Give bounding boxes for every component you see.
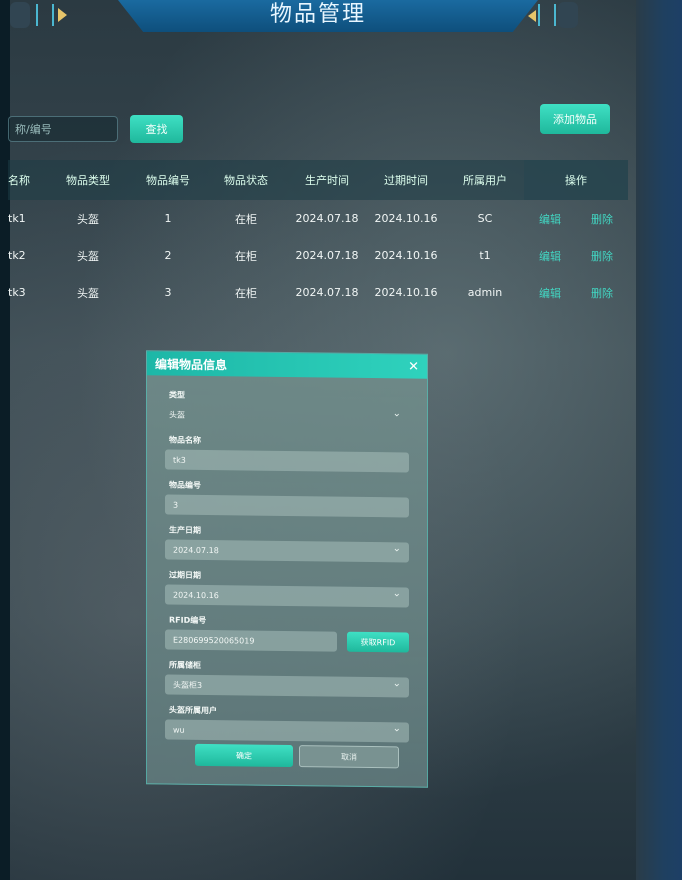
type-select[interactable]: 头盔 (165, 405, 409, 428)
cell-expires: 2024.10.16 (374, 249, 438, 262)
cabinet-select[interactable]: 头盔柜3 (165, 674, 409, 698)
table-row: tk1 头盔 1 在柜 2024.07.18 2024.10.16 SC 编辑 … (8, 200, 628, 237)
edit-link[interactable]: 编辑 (539, 211, 561, 227)
cell-expires: 2024.10.16 (374, 212, 438, 225)
col-type: 物品类型 (66, 174, 110, 187)
produced-date-label: 生产日期 (169, 525, 201, 535)
cell-type: 头盔 (77, 212, 99, 226)
cell-type: 头盔 (77, 286, 99, 300)
produced-date-picker[interactable]: 2024.07.18 (165, 539, 409, 563)
rfid-row: E280699520065019 获取RFID (165, 629, 409, 653)
cell-user: admin (467, 286, 503, 299)
col-name: 名称 (8, 174, 30, 187)
edit-form: 类型 头盔 物品名称 tk3 物品编号 3 生产日期 2024.07.18 过期… (147, 375, 427, 743)
get-rfid-button[interactable]: 获取RFID (347, 631, 409, 653)
cell-code: 1 (164, 212, 172, 225)
expires-date-label: 过期日期 (169, 570, 201, 580)
confirm-button[interactable]: 确定 (195, 743, 293, 768)
edit-link[interactable]: 编辑 (539, 248, 561, 264)
delete-link[interactable]: 删除 (591, 285, 613, 301)
top-header: 物品管理 (0, 0, 636, 42)
rfid-field[interactable]: E280699520065019 (165, 629, 337, 652)
cell-expires: 2024.10.16 (374, 286, 438, 299)
table-row: tk2 头盔 2 在柜 2024.07.18 2024.10.16 t1 编辑 … (8, 237, 628, 274)
cell-status: 在柜 (235, 249, 257, 263)
cell-actions: 编辑 删除 (524, 285, 628, 301)
cell-code: 3 (164, 286, 172, 299)
items-table: 名称 物品类型 物品编号 物品状态 生产时间 过期时间 所属用户 操作 tk1 … (8, 160, 628, 311)
rfid-label: RFID编号 (169, 615, 207, 626)
dialog-title: 编辑物品信息 (155, 356, 228, 372)
corner-decoration-right (558, 2, 578, 28)
edit-item-dialog: 编辑物品信息 ✕ 类型 头盔 物品名称 tk3 物品编号 3 生产日期 2024… (146, 350, 428, 788)
owner-select[interactable]: wu (165, 719, 409, 743)
cell-user: SC (477, 212, 493, 225)
cell-name: tk2 (8, 249, 26, 262)
type-label: 类型 (169, 390, 185, 400)
monitor-bezel-right (636, 0, 682, 880)
cell-actions: 编辑 删除 (524, 248, 628, 264)
forward-arrow-icon[interactable] (528, 10, 536, 22)
col-actions: 操作 (524, 160, 628, 200)
delete-link[interactable]: 删除 (591, 211, 613, 227)
owner-label: 头盔所属用户 (169, 705, 217, 716)
cell-name: tk3 (8, 286, 26, 299)
delete-link[interactable]: 删除 (591, 248, 613, 264)
cabinet-label: 所属储柜 (169, 660, 201, 670)
edit-link[interactable]: 编辑 (539, 285, 561, 301)
cell-produced: 2024.07.18 (295, 286, 359, 299)
search-button[interactable]: 查找 (130, 115, 183, 143)
cell-code: 2 (164, 249, 172, 262)
table-row: tk3 头盔 3 在柜 2024.07.18 2024.10.16 admin … (8, 274, 628, 311)
code-field[interactable]: 3 (165, 494, 409, 518)
search-input[interactable] (8, 116, 118, 142)
dialog-header: 编辑物品信息 ✕ (147, 351, 427, 379)
col-code: 物品编号 (146, 174, 190, 187)
add-item-button[interactable]: 添加物品 (540, 104, 610, 134)
code-label: 物品编号 (169, 480, 201, 490)
cell-produced: 2024.07.18 (295, 212, 359, 225)
cell-actions: 编辑 删除 (524, 211, 628, 227)
col-expires: 过期时间 (384, 174, 428, 187)
col-user: 所属用户 (463, 174, 507, 187)
cell-status: 在柜 (235, 286, 257, 300)
col-status: 物品状态 (224, 174, 268, 187)
col-produced: 生产时间 (305, 174, 349, 187)
name-field[interactable]: tk3 (165, 449, 409, 473)
cell-produced: 2024.07.18 (295, 249, 359, 262)
bracket-decoration-right (538, 4, 556, 26)
name-label: 物品名称 (169, 435, 201, 445)
cell-user: t1 (479, 249, 491, 262)
cell-type: 头盔 (77, 249, 99, 263)
dialog-footer: 确定 取消 (195, 743, 399, 769)
expires-date-picker[interactable]: 2024.10.16 (165, 584, 409, 608)
table-header: 名称 物品类型 物品编号 物品状态 生产时间 过期时间 所属用户 操作 (8, 160, 628, 200)
cancel-button[interactable]: 取消 (299, 745, 399, 769)
cell-name: tk1 (8, 212, 26, 225)
close-icon[interactable]: ✕ (408, 359, 419, 374)
cell-status: 在柜 (235, 212, 257, 226)
